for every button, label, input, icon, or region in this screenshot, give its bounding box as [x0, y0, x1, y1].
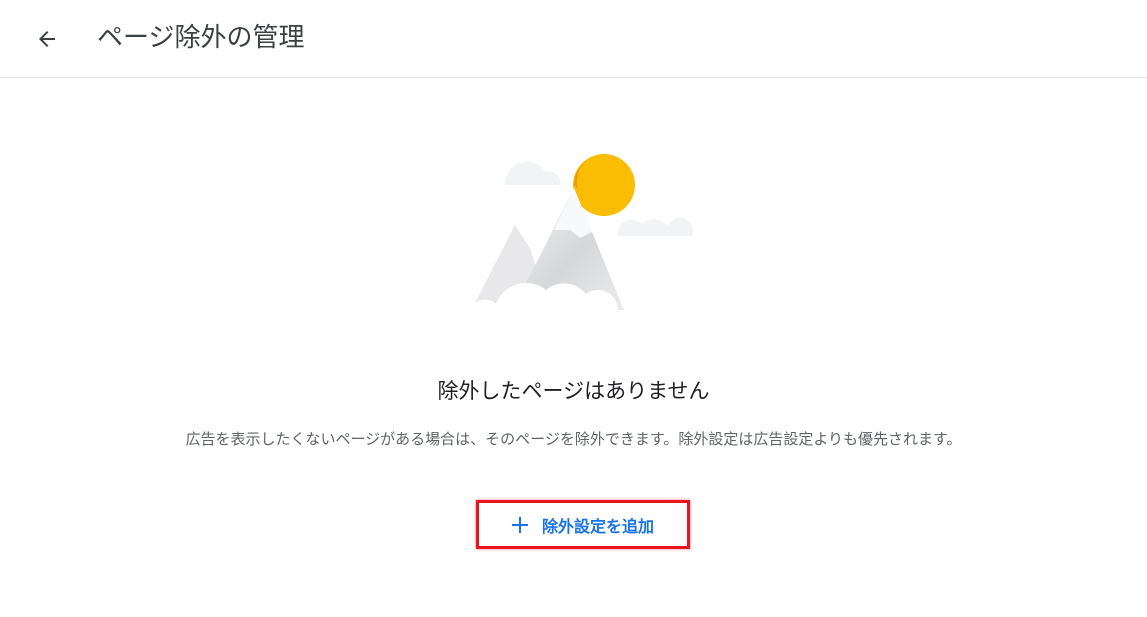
add-exclusion-button[interactable]: 除外設定を追加: [476, 500, 690, 549]
empty-state-description: 広告を表示したくないページがある場合は、そのページを除外できます。除外設定は広告…: [185, 430, 962, 448]
top-app-bar: ページ除外の管理: [0, 0, 1147, 78]
plus-icon: [511, 516, 528, 533]
mountain-sun-clouds-illustration: [470, 154, 693, 310]
back-button[interactable]: [28, 20, 66, 58]
sun: [573, 154, 635, 216]
arrow-back-icon: [39, 31, 55, 47]
cloud-left: [504, 161, 562, 185]
add-exclusion-label: 除外設定を追加: [541, 516, 654, 536]
page-title: ページ除外の管理: [97, 23, 305, 53]
empty-state-title: 除外したページはありません: [437, 379, 710, 403]
cloud-right: [617, 218, 693, 236]
